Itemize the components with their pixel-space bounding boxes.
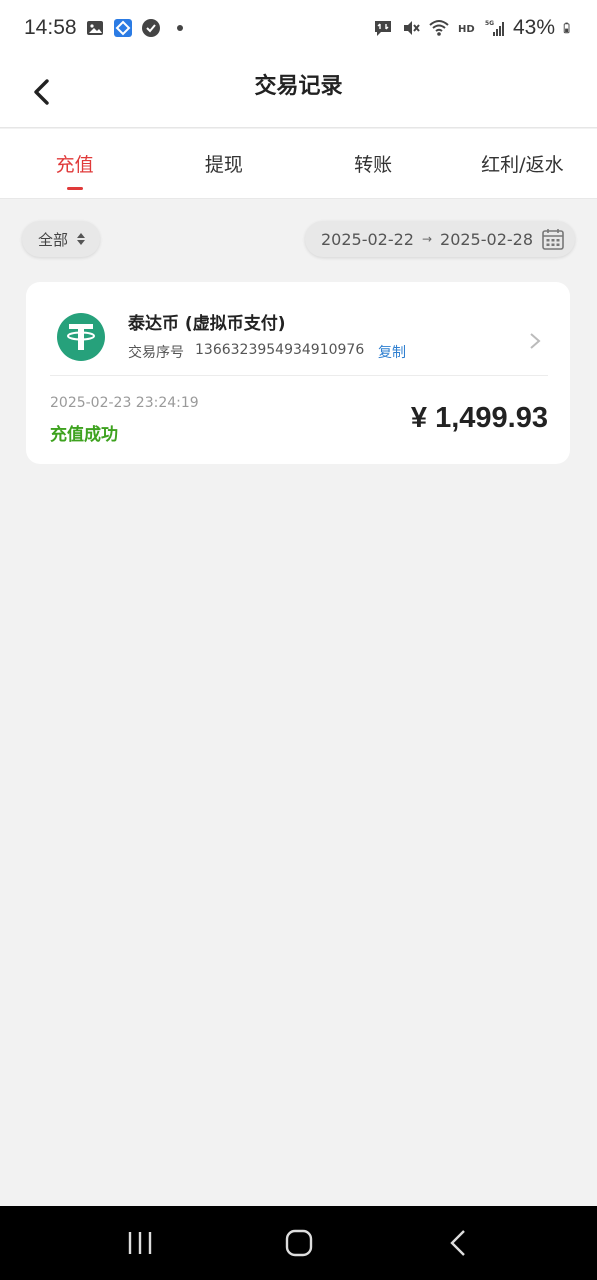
status-bar-left: 14:58 (24, 16, 183, 40)
sort-updown-icon (77, 233, 86, 245)
status-time: 14:58 (24, 16, 77, 39)
signal-5g-icon: 5G (485, 20, 504, 36)
txn-amount: ¥ 1,499.93 (410, 402, 548, 434)
transaction-tabs: 充值 提现 转账 红利/返水 (0, 129, 597, 199)
start-date: 2025-02-22 (320, 229, 414, 249)
wifi-icon (429, 20, 449, 36)
date-separator: → (421, 232, 433, 246)
status-bar-right: HD 5G 43% (373, 16, 575, 40)
transaction-card[interactable]: 泰达币 (虚拟币支付) 交易序号 1366323954934910976 复制 … (26, 282, 570, 464)
date-range-picker[interactable]: 2025-02-22 → 2025-02-28 (304, 221, 575, 257)
page-title: 交易记录 (254, 74, 343, 99)
filter-row: 全部 2025-02-22 → 2025-02-28 (22, 221, 575, 257)
home-icon (285, 1229, 312, 1257)
card-divider (50, 375, 548, 376)
tether-icon (57, 313, 105, 361)
tab-transfer[interactable]: 转账 (299, 129, 448, 198)
battery-icon (563, 22, 570, 34)
end-date: 2025-02-28 (440, 229, 533, 249)
sync-app-icon (141, 19, 160, 37)
back-arrow-icon (449, 1230, 465, 1256)
app-header: 交易记录 (0, 56, 597, 128)
status-badge: 充值成功 (50, 425, 118, 445)
txn-id-label: 交易序号 (128, 345, 184, 361)
mute-icon (403, 21, 420, 35)
copy-button[interactable]: 复制 (378, 342, 406, 362)
status-bar: 14:58 HD 5G 43% (0, 0, 597, 56)
type-filter-dropdown[interactable]: 全部 (22, 221, 101, 257)
hd-icon: HD (458, 24, 475, 35)
system-back-button[interactable] (428, 1213, 488, 1273)
txn-time: 2025-02-23 23:24:19 (50, 395, 199, 411)
txn-id-value: 1366323954934910976 (195, 342, 365, 358)
more-notifications-dot (176, 25, 183, 31)
recent-apps-icon (128, 1232, 151, 1254)
svg-text:5G: 5G (485, 20, 494, 27)
system-nav-bar (0, 1206, 597, 1280)
type-filter-label: 全部 (38, 230, 69, 249)
calendar-icon (542, 229, 564, 250)
message-icon (374, 21, 391, 36)
tab-withdraw[interactable]: 提现 (149, 129, 298, 198)
gallery-icon (86, 21, 103, 35)
tab-bonus-rebate[interactable]: 红利/返水 (448, 129, 597, 198)
app-notification-icon (113, 19, 132, 37)
recent-apps-button[interactable] (110, 1213, 170, 1273)
coin-name: 泰达币 (虚拟币支付) (128, 314, 286, 334)
chevron-right-icon (530, 333, 541, 349)
battery-percent: 43% (512, 16, 555, 39)
svg-text:HD: HD (458, 24, 475, 35)
home-button[interactable] (269, 1213, 329, 1273)
tab-deposit[interactable]: 充值 (0, 129, 149, 198)
